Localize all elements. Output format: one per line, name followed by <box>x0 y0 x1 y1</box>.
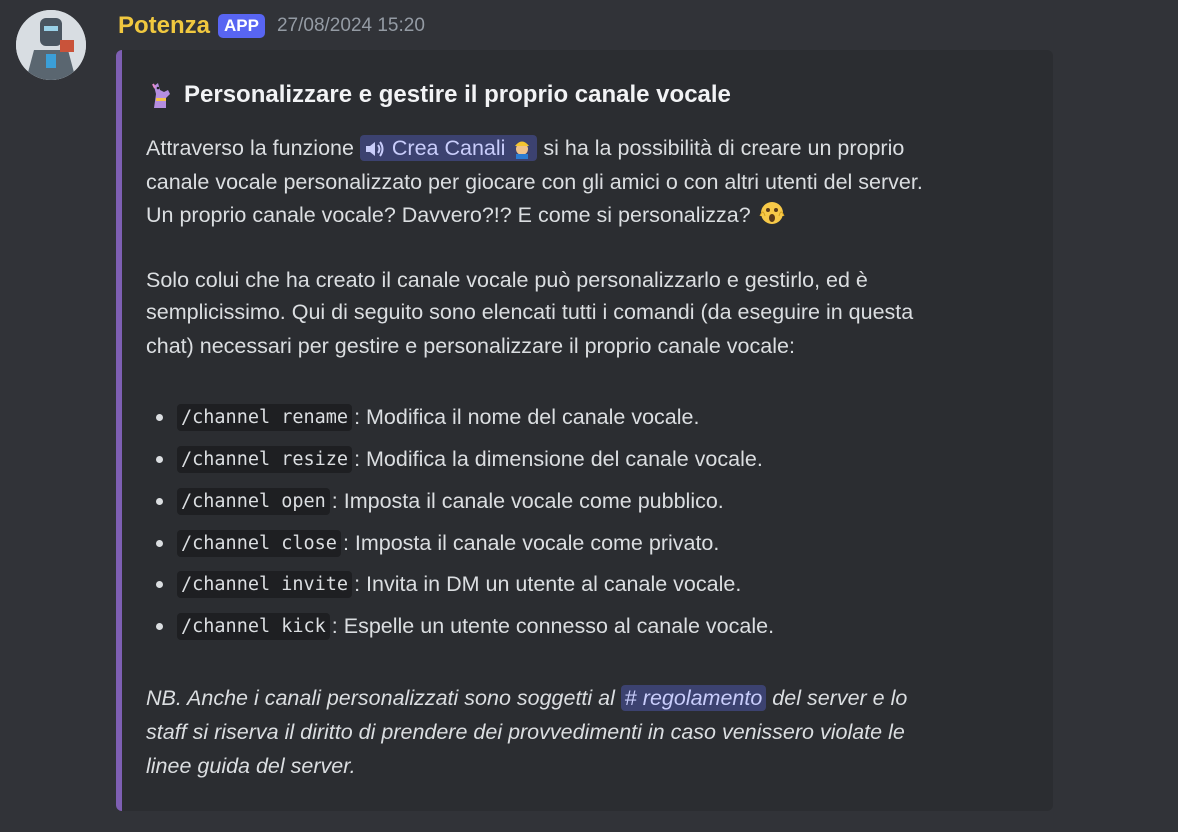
inline-code: /channel open <box>177 487 330 515</box>
avatar[interactable] <box>16 10 86 80</box>
speaker-icon <box>365 141 384 157</box>
nb-line-2: staff si riserva il diritto di prendere … <box>146 720 905 744</box>
inline-code: /channel rename <box>177 403 353 431</box>
robot-avatar-icon <box>16 10 86 80</box>
username[interactable]: Potenza <box>118 12 210 40</box>
bullet <box>156 497 163 505</box>
timestamp[interactable]: 27/08/2024 15:20 <box>277 15 425 37</box>
hash-icon: # <box>624 686 643 710</box>
shocked-face-icon <box>759 202 785 224</box>
command-description: : Invita in DM un utente al canale vocal… <box>354 571 742 596</box>
list-item: /channel open: Imposta il canale vocale … <box>146 486 724 516</box>
inline-code: /channel invite <box>177 570 353 598</box>
paragraph-1-line-3: Un proprio canale vocale? Davvero?!? E c… <box>146 198 787 231</box>
construction-worker-icon <box>515 141 530 159</box>
text: Attraverso la funzione <box>146 136 360 160</box>
command-description: : Espelle un utente connesso al canale v… <box>331 613 775 638</box>
mention-label: regolamento <box>642 686 763 710</box>
nb-line-3: linee guida del server. <box>146 754 356 778</box>
paragraph-2-line-1: Solo colui che ha creato il canale vocal… <box>146 268 868 292</box>
list-item: /channel invite: Invita in DM un utente … <box>146 569 741 599</box>
list-item: /channel kick: Espelle un utente conness… <box>146 611 774 641</box>
text: del server e lo <box>766 686 908 710</box>
channel-mention-crea-canali[interactable]: Crea Canali <box>359 135 538 161</box>
text: NB. Anche i canali personalizzati sono s… <box>146 686 621 710</box>
embed-title: Personalizzare e gestire il proprio cana… <box>126 80 731 110</box>
llama-icon <box>152 83 170 108</box>
embed-title-text: Personalizzare e gestire il proprio cana… <box>184 81 731 108</box>
bullet <box>156 413 163 421</box>
paragraph-1-line-1: Attraverso la funzione Crea Canali si ha… <box>146 132 904 164</box>
inline-code: /channel resize <box>177 445 353 473</box>
paragraph-2-line-3: chat) necessari per gestire e personaliz… <box>146 334 795 358</box>
text: si ha la possibilità di creare un propri… <box>537 136 905 160</box>
mention-label: Crea Canali <box>391 136 506 160</box>
text: Un proprio canale vocale? Davvero?!? E c… <box>146 203 751 227</box>
paragraph-1-line-2: canale vocale personalizzato per giocare… <box>146 170 923 194</box>
bullet <box>156 539 163 547</box>
list-item: /channel resize: Modifica la dimensione … <box>146 444 763 474</box>
app-badge: APP <box>218 14 265 38</box>
nb-line-1: NB. Anche i canali personalizzati sono s… <box>146 682 907 714</box>
bullet <box>156 580 163 588</box>
bullet <box>156 455 163 463</box>
inline-code: /channel kick <box>177 612 330 640</box>
bullet <box>156 622 163 630</box>
embed: Personalizzare e gestire il proprio cana… <box>116 50 1053 811</box>
command-description: : Imposta il canale vocale come pubblico… <box>331 488 724 513</box>
command-description: : Imposta il canale vocale come privato. <box>342 530 720 555</box>
paragraph-2-line-2: semplicissimo. Qui di seguito sono elenc… <box>146 300 914 324</box>
command-description: : Modifica la dimensione del canale voca… <box>354 446 763 471</box>
message-header: Potenza APP 27/08/2024 15:20 <box>118 10 425 42</box>
list-item: /channel close: Imposta il canale vocale… <box>146 528 719 558</box>
list-item: /channel rename: Modifica il nome del ca… <box>146 402 699 432</box>
inline-code: /channel close <box>177 529 341 557</box>
command-description: : Modifica il nome del canale vocale. <box>354 404 700 429</box>
channel-mention-regolamento[interactable]: # regolamento <box>620 685 767 711</box>
